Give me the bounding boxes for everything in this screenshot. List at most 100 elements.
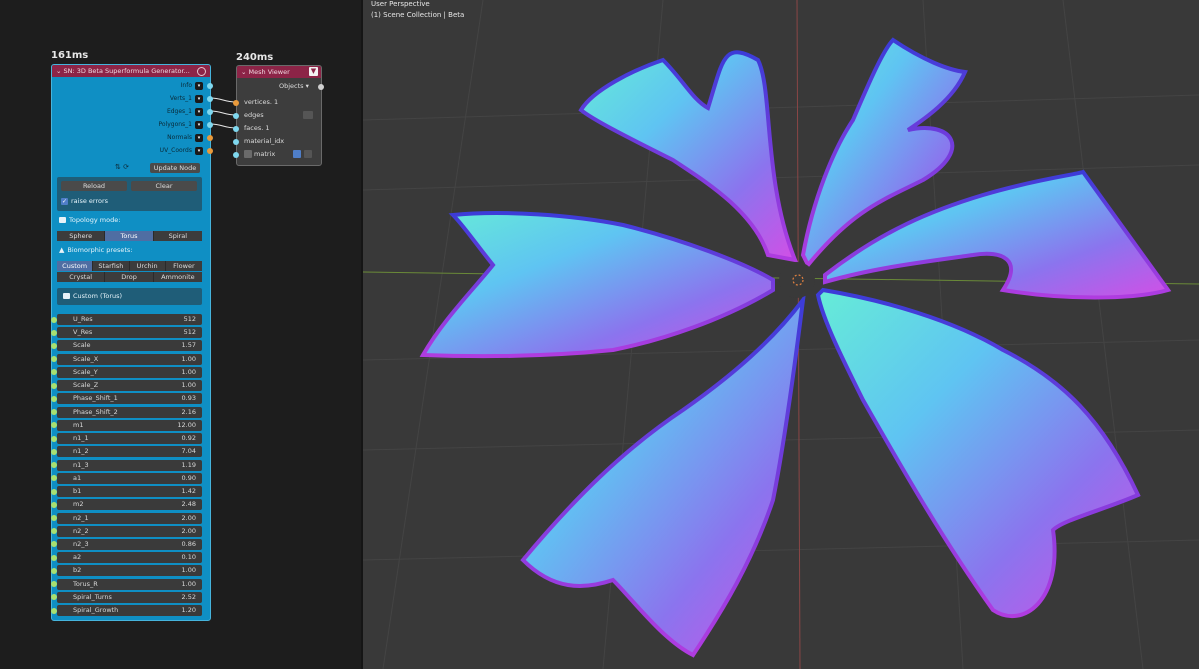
3d-viewport[interactable]: User Perspective (1) Scene Collection | … — [363, 0, 1199, 669]
chevron-down-icon[interactable]: ▾ — [195, 94, 203, 103]
property-socket[interactable] — [51, 488, 57, 495]
socket-edges-in[interactable] — [233, 113, 239, 119]
property-field[interactable]: b2 1.00 — [51, 565, 202, 577]
property-socket[interactable] — [51, 422, 57, 429]
socket-normals[interactable] — [207, 135, 213, 141]
property-field[interactable]: n1_3 1.19 — [51, 459, 202, 471]
property-socket[interactable] — [51, 515, 57, 522]
property-socket[interactable] — [51, 581, 57, 588]
property-field[interactable]: Torus_R 1.00 — [51, 578, 202, 590]
preset-status-label: Custom (Torus) — [73, 292, 123, 300]
chevron-down-icon[interactable]: ▾ — [195, 133, 203, 142]
property-socket[interactable] — [51, 528, 57, 535]
superformula-generator-node[interactable]: ⌄ SN: 3D Beta Superformula Generator... … — [51, 64, 213, 621]
socket-polygons[interactable] — [207, 122, 213, 128]
property-socket[interactable] — [51, 462, 57, 469]
chevron-down-icon[interactable]: ▾ — [195, 107, 203, 116]
preset-urchin[interactable]: Urchin — [129, 261, 166, 271]
property-field[interactable]: Spiral_Turns 2.52 — [51, 591, 202, 603]
mesh-viewer-node[interactable]: ⌄ Mesh Viewer ▼ Objects ▾ vertices. 1 ed… — [233, 65, 324, 166]
tab-spiral[interactable]: Spiral — [153, 231, 203, 241]
socket-uv-coords[interactable] — [207, 148, 213, 154]
property-socket[interactable] — [51, 329, 57, 336]
preset-ammonite[interactable]: Ammonite — [153, 272, 203, 282]
clear-button[interactable]: Clear — [131, 181, 197, 191]
property-field[interactable]: n2_2 2.00 — [51, 525, 202, 537]
update-node-button[interactable]: Update Node — [150, 163, 200, 173]
raise-errors-label: raise errors — [71, 197, 109, 205]
property-socket[interactable] — [51, 594, 57, 601]
property-field[interactable]: Phase_Shift_1 0.93 — [51, 393, 202, 405]
property-socket[interactable] — [51, 554, 57, 561]
property-socket[interactable] — [51, 607, 57, 614]
property-socket[interactable] — [51, 475, 57, 482]
property-field[interactable]: a1 0.90 — [51, 472, 202, 484]
socket-vertices[interactable] — [233, 100, 239, 106]
property-field[interactable]: Scale_Z 1.00 — [51, 380, 202, 392]
tab-sphere[interactable]: Sphere — [57, 231, 106, 241]
property-field[interactable]: V_Res 512 — [51, 327, 202, 339]
edges-toggle-icon[interactable] — [303, 111, 313, 119]
property-socket[interactable] — [51, 369, 57, 376]
property-field[interactable]: Phase_Shift_2 2.16 — [51, 406, 202, 418]
property-socket[interactable] — [51, 395, 57, 402]
property-socket[interactable] — [51, 567, 57, 574]
socket-material-idx[interactable] — [233, 139, 239, 145]
socket-verts[interactable] — [207, 96, 213, 102]
property-socket[interactable] — [51, 435, 57, 442]
mesh-viewer-header[interactable]: ⌄ Mesh Viewer ▼ — [237, 66, 321, 78]
property-field[interactable]: Scale 1.57 — [51, 340, 202, 352]
topology-icon — [59, 217, 66, 223]
property-field[interactable]: U_Res 512 — [51, 314, 202, 325]
property-socket[interactable] — [51, 541, 57, 548]
socket-faces[interactable] — [233, 126, 239, 132]
property-socket[interactable] — [51, 501, 57, 508]
property-field[interactable]: m1 12.00 — [51, 419, 202, 431]
matrix-icon[interactable] — [244, 150, 252, 158]
property-field[interactable]: Scale_Y 1.00 — [51, 366, 202, 378]
display-toggle-icon[interactable] — [293, 150, 301, 158]
property-field[interactable]: a2 0.10 — [51, 552, 202, 564]
property-field[interactable]: n2_3 0.86 — [51, 538, 202, 550]
property-socket[interactable] — [51, 448, 57, 455]
chevron-down-icon[interactable]: ▾ — [195, 146, 203, 155]
socket-objects-out[interactable] — [318, 84, 324, 90]
node-settings-icon[interactable] — [197, 67, 206, 76]
tab-torus[interactable]: Torus — [105, 231, 154, 241]
property-field[interactable]: n1_2 7.04 — [51, 446, 202, 458]
preset-flower[interactable]: Flower — [165, 261, 202, 271]
property-socket[interactable] — [51, 342, 57, 349]
property-socket[interactable] — [51, 316, 57, 323]
socket-info[interactable] — [207, 83, 213, 89]
property-value: 1.19 — [181, 460, 196, 469]
chevron-down-icon[interactable]: ⌄ — [241, 68, 249, 76]
preset-crystal[interactable]: Crystal — [57, 272, 106, 282]
property-label: Phase_Shift_1 — [73, 394, 118, 403]
generator-node-header[interactable]: ⌄ SN: 3D Beta Superformula Generator... — [52, 65, 210, 77]
chevron-down-icon[interactable]: ▾ — [195, 81, 203, 90]
property-socket[interactable] — [51, 382, 57, 389]
property-field[interactable]: b1 1.42 — [51, 486, 202, 498]
chevron-down-icon[interactable]: ▾ — [195, 120, 203, 129]
preset-drop[interactable]: Drop — [105, 272, 154, 282]
raise-errors-checkbox[interactable]: ✓ raise errors — [61, 197, 108, 205]
property-field[interactable]: n2_1 2.00 — [51, 512, 202, 524]
property-field[interactable]: Scale_X 1.00 — [51, 353, 202, 365]
property-field[interactable]: Spiral_Growth 1.20 — [51, 605, 202, 617]
socket-matrix[interactable] — [233, 152, 239, 158]
viewer-filter-icon[interactable] — [304, 150, 312, 158]
property-field[interactable]: m2 2.48 — [51, 499, 202, 511]
node-tool-icons[interactable]: ⇅ ⟳ — [115, 163, 151, 173]
viewer-triangle-icon[interactable]: ▼ — [309, 67, 318, 76]
preset-starfish[interactable]: Starfish — [93, 261, 130, 271]
checkbox-icon[interactable]: ✓ — [61, 197, 68, 205]
chevron-down-icon[interactable]: ⌄ — [56, 67, 64, 75]
preset-custom[interactable]: Custom — [57, 261, 94, 271]
property-socket[interactable] — [51, 356, 57, 363]
reload-button[interactable]: Reload — [61, 181, 127, 191]
objects-dropdown[interactable]: Objects ▾ — [279, 82, 309, 90]
socket-edges[interactable] — [207, 109, 213, 115]
property-label: b2 — [73, 566, 82, 575]
property-socket[interactable] — [51, 409, 57, 416]
property-field[interactable]: n1_1 0.92 — [51, 433, 202, 445]
